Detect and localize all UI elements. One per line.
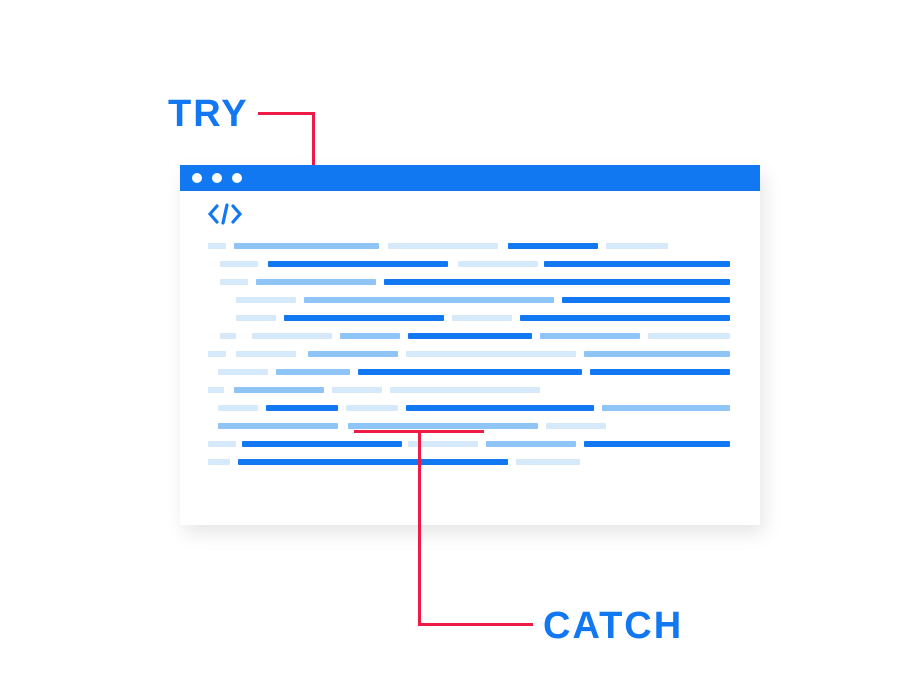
code-line-segment xyxy=(516,459,580,465)
code-line-segment xyxy=(584,441,730,447)
code-line-segment xyxy=(388,243,498,249)
code-line-segment xyxy=(406,351,576,357)
code-line-segment xyxy=(236,297,296,303)
code-line-segment xyxy=(544,261,730,267)
code-line-segment xyxy=(236,315,276,321)
code-line-segment xyxy=(266,405,338,411)
code-line-segment xyxy=(220,261,258,267)
code-line-segment xyxy=(208,441,236,447)
code-line-segment xyxy=(218,405,258,411)
code-line-segment xyxy=(452,315,512,321)
code-line-segment xyxy=(238,459,508,465)
code-line-segment xyxy=(208,387,224,393)
code-line-segment xyxy=(602,405,730,411)
code-icon xyxy=(208,203,242,225)
code-line-segment xyxy=(384,279,730,285)
code-line-segment xyxy=(332,387,382,393)
catch-connector-v xyxy=(418,430,421,626)
code-line-segment xyxy=(606,243,668,249)
code-line-segment xyxy=(648,333,730,339)
code-line-segment xyxy=(346,405,398,411)
code-line-segment xyxy=(276,369,350,375)
code-line-segment xyxy=(406,405,594,411)
code-line-segment xyxy=(340,333,400,339)
code-line-segment xyxy=(584,351,730,357)
code-line-segment xyxy=(458,261,538,267)
code-line-segment xyxy=(252,333,332,339)
code-line-segment xyxy=(218,423,338,429)
try-label: TRY xyxy=(168,93,249,136)
code-line-segment xyxy=(208,459,230,465)
catch-label: CATCH xyxy=(543,605,683,648)
code-line-segment xyxy=(308,351,398,357)
code-line-segment xyxy=(268,261,448,267)
code-line-segment xyxy=(304,297,554,303)
code-line-segment xyxy=(220,279,248,285)
code-line-segment xyxy=(408,333,532,339)
code-line-segment xyxy=(220,333,236,339)
code-line-segment xyxy=(358,369,582,375)
window-dot xyxy=(212,173,222,183)
code-line-segment xyxy=(242,441,402,447)
window-titlebar xyxy=(180,165,760,191)
code-line-segment xyxy=(540,333,640,339)
code-line-segment xyxy=(256,279,376,285)
code-line-segment xyxy=(562,297,730,303)
code-line-segment xyxy=(590,369,730,375)
window-dot xyxy=(232,173,242,183)
code-body xyxy=(208,243,732,505)
code-line-segment xyxy=(486,441,576,447)
code-line-segment xyxy=(218,369,268,375)
code-line-segment xyxy=(520,315,730,321)
catch-connector-h2 xyxy=(418,623,533,626)
window-dot xyxy=(192,173,202,183)
code-line-segment xyxy=(234,387,324,393)
code-line-segment xyxy=(234,243,379,249)
code-line-segment xyxy=(508,243,598,249)
code-line-segment xyxy=(546,423,606,429)
code-line-segment xyxy=(236,351,296,357)
code-line-segment xyxy=(208,243,226,249)
try-connector-h1 xyxy=(258,112,315,115)
code-line-segment xyxy=(348,423,538,429)
code-line-segment xyxy=(208,351,226,357)
code-line-segment xyxy=(284,315,444,321)
code-window xyxy=(180,165,760,525)
diagram-stage: TRY CATCH xyxy=(0,0,900,700)
code-line-segment xyxy=(390,387,540,393)
